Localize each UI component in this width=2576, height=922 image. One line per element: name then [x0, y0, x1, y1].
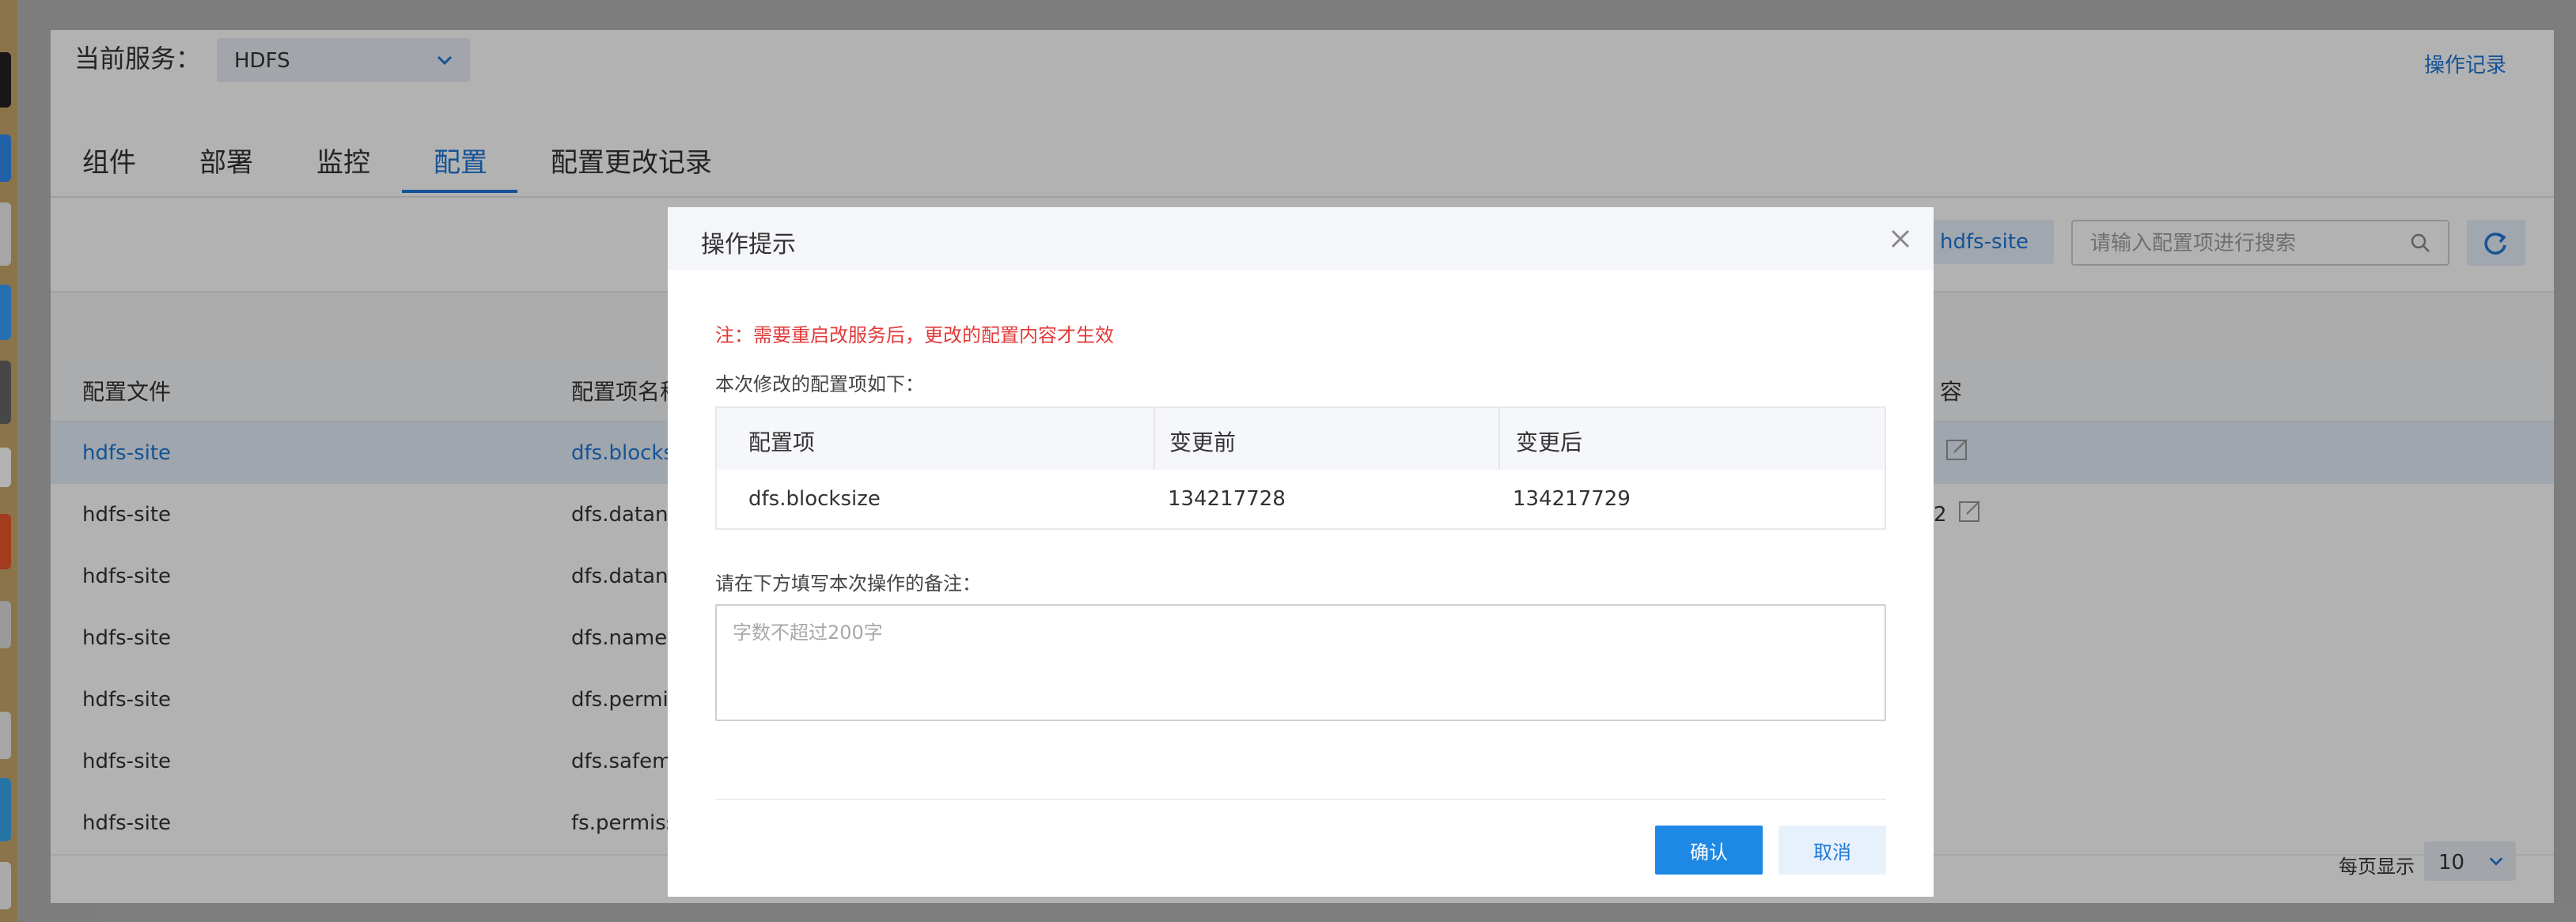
cancel-button[interactable]: 取消: [1779, 826, 1886, 875]
change-before: 134217728: [1168, 487, 1286, 511]
change-key: dfs.blocksize: [748, 487, 881, 511]
changes-table: 配置项 变更前 变更后 dfs.blocksize 134217728 1342…: [715, 406, 1886, 530]
column-header: 变更后: [1516, 429, 1583, 455]
operation-confirm-dialog: 操作提示 注：需要重启改服务后，更改的配置内容才生效 本次修改的配置项如下： 配…: [668, 207, 1934, 897]
column-divider: [1498, 408, 1500, 470]
column-header: 变更前: [1169, 429, 1237, 455]
changes-table-header: 配置项 变更前 变更后: [717, 408, 1885, 470]
column-divider: [1154, 408, 1155, 470]
remark-label: 请在下方填写本次操作的备注：: [715, 572, 981, 595]
change-after: 134217729: [1513, 487, 1631, 511]
close-icon[interactable]: [1886, 225, 1915, 253]
remark-textarea[interactable]: [715, 604, 1886, 721]
dialog-title: 操作提示: [701, 231, 796, 259]
confirm-button[interactable]: 确认: [1655, 826, 1763, 875]
changes-subtitle: 本次修改的配置项如下：: [715, 373, 924, 395]
column-header: 配置项: [748, 429, 816, 455]
restart-warning: 注：需要重启改服务后，更改的配置内容才生效: [715, 324, 1114, 346]
dialog-divider: [715, 799, 1886, 800]
dialog-header: 操作提示: [668, 207, 1934, 270]
